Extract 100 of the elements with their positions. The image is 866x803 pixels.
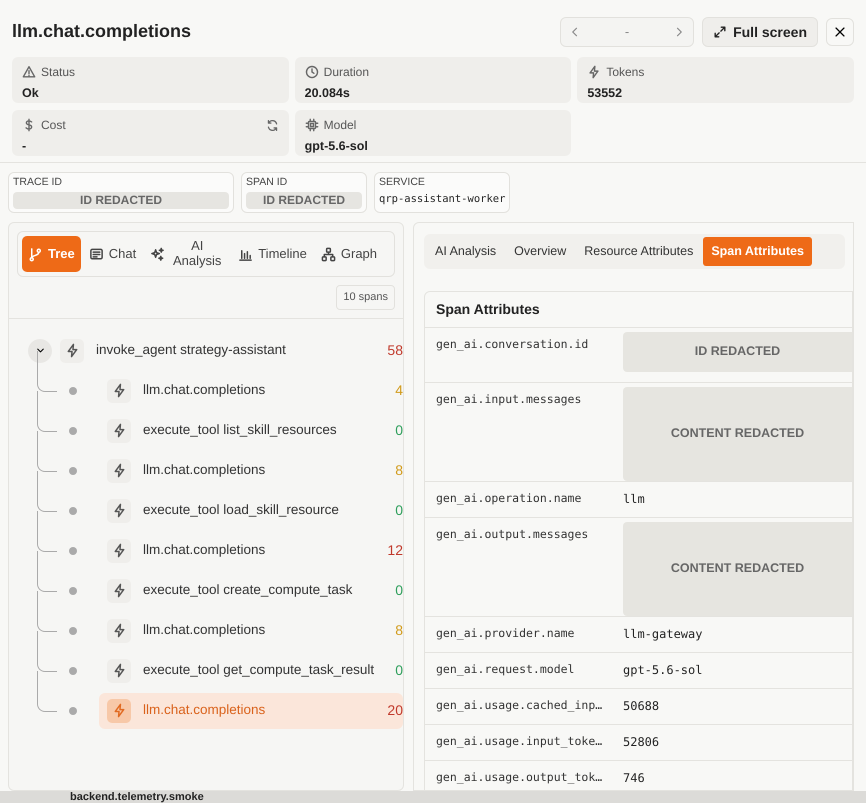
span-duration: 4 [395,381,403,400]
span-row[interactable]: llm.chat.completions 8 [99,452,403,488]
attribute-value: 52806 [623,734,660,751]
pager-label: - [624,23,630,42]
redacted-value: ID REDACTED [623,332,852,372]
message-icon [88,246,104,262]
span-name: execute_tool load_skill_resource [143,501,340,520]
span-row[interactable]: llm.chat.completions 20 [99,692,403,728]
span-row[interactable]: invoke_agent strategy-assistant 58 [52,332,403,368]
collapse-toggle[interactable] [28,338,52,362]
redacted-value: ID REDACTED [246,192,362,209]
span-duration: 8 [395,621,403,640]
sparkles-icon [150,246,166,262]
span-name: llm.chat.completions [143,541,266,560]
attribute-value: gpt-5.6-sol [623,662,704,679]
span-name: execute_tool create_compute_task [143,581,354,600]
node-dot [69,546,77,554]
lightning-icon [107,578,131,602]
tree-connector [37,350,57,392]
metric-label: Cost [41,117,66,134]
id-value: qrp-assistant-worker [379,192,506,207]
span-duration: 20 [387,701,403,720]
span-duration: 0 [395,661,403,680]
span-name: llm.chat.completions [143,461,266,480]
branch-icon [28,246,43,262]
metric-label: Tokens [606,64,644,81]
id-label: TRACE ID [13,176,64,189]
span-name: llm.chat.completions [143,701,266,720]
attribute-key: gen_ai.output.messages [425,518,623,616]
attribute-key: gen_ai.usage.output_tok… [425,760,623,790]
view-tab[interactable]: Timeline [232,236,313,272]
span-name: llm.chat.completions [143,621,266,640]
span-row[interactable]: llm.chat.completions 8 [99,612,403,648]
fullscreen-button[interactable]: Full screen [702,17,818,47]
span-row[interactable]: execute_tool list_skill_resources 0 [99,412,403,448]
panel-title: llm.chat.completions [12,21,192,43]
node-dot [69,586,77,594]
metric-value: gpt-5.6-sol [304,138,369,155]
node-dot [69,626,77,634]
view-tab[interactable]: Graph [314,236,384,272]
span-name: execute_tool list_skill_resources [143,421,338,440]
view-tab[interactable]: AI Analysis [144,236,230,272]
lightning-icon [107,698,131,722]
metric-label: Status [41,64,76,81]
span-row[interactable]: llm.chat.completions 12 [99,532,403,568]
chip-icon [304,118,319,132]
id-label: SERVICE [379,176,426,189]
attribute-key: gen_ai.input.messages [425,382,623,481]
attribute-key: gen_ai.usage.cached_inp… [425,688,623,724]
span-duration: 0 [395,501,403,520]
lightning-icon [107,618,131,642]
node-dot [69,506,77,514]
attribute-value: 746 [623,770,646,787]
refresh-icon[interactable] [266,118,279,132]
lightning-icon [107,458,131,482]
id-label: SPAN ID [246,176,288,189]
metric-value: Ok [22,85,40,102]
clock-icon [304,65,319,79]
detail-tab[interactable]: Resource Attributes [576,237,702,266]
background-item-name: backend.telemetry.smoke [70,791,204,803]
redacted-value: CONTENT REDACTED [623,386,852,481]
metric-label: Duration [324,64,370,81]
detail-tab[interactable]: AI Analysis [427,237,504,266]
tree-connector [37,670,57,712]
lightning-icon [60,338,84,362]
warning-icon [22,65,36,79]
detail-tab[interactable]: Overview [506,237,574,266]
redacted-value: CONTENT REDACTED [623,522,852,616]
attribute-value: llm [623,490,646,508]
span-name: invoke_agent strategy-assistant [96,341,287,360]
attribute-value: llm-gateway [623,626,704,643]
metric-value: 20.084s [304,85,351,102]
span-row[interactable]: llm.chat.completions 4 [99,372,403,408]
span-name: llm.chat.completions [143,381,266,400]
tree-connector [37,390,57,432]
attribute-value: 50688 [623,698,660,715]
metric-value: - [22,138,28,155]
tree-connector [37,510,57,552]
hierarchy-icon [320,246,336,262]
expand-icon [713,25,728,39]
metric-value: 53552 [587,85,624,102]
tree-connector [37,550,57,592]
view-tab[interactable]: Chat [82,236,142,272]
lightning-icon [587,65,602,79]
close-button[interactable] [826,18,854,46]
lightning-icon [107,378,131,402]
section-title: Span Attributes [425,292,852,328]
span-row[interactable]: execute_tool get_compute_task_result 0 [99,652,403,688]
span-count-badge: 10 spans [336,285,395,310]
attribute-key: gen_ai.request.model [425,652,623,688]
lightning-icon [107,498,131,522]
metric-label: Model [324,117,356,134]
lightning-icon [107,418,131,442]
span-duration: 12 [387,541,403,560]
node-dot [69,426,77,434]
attribute-key: gen_ai.conversation.id [425,328,623,382]
span-row[interactable]: execute_tool create_compute_task 0 [99,572,403,608]
attribute-key: gen_ai.provider.name [425,616,623,652]
span-row[interactable]: execute_tool load_skill_resource 0 [99,492,403,528]
close-icon [833,25,847,39]
